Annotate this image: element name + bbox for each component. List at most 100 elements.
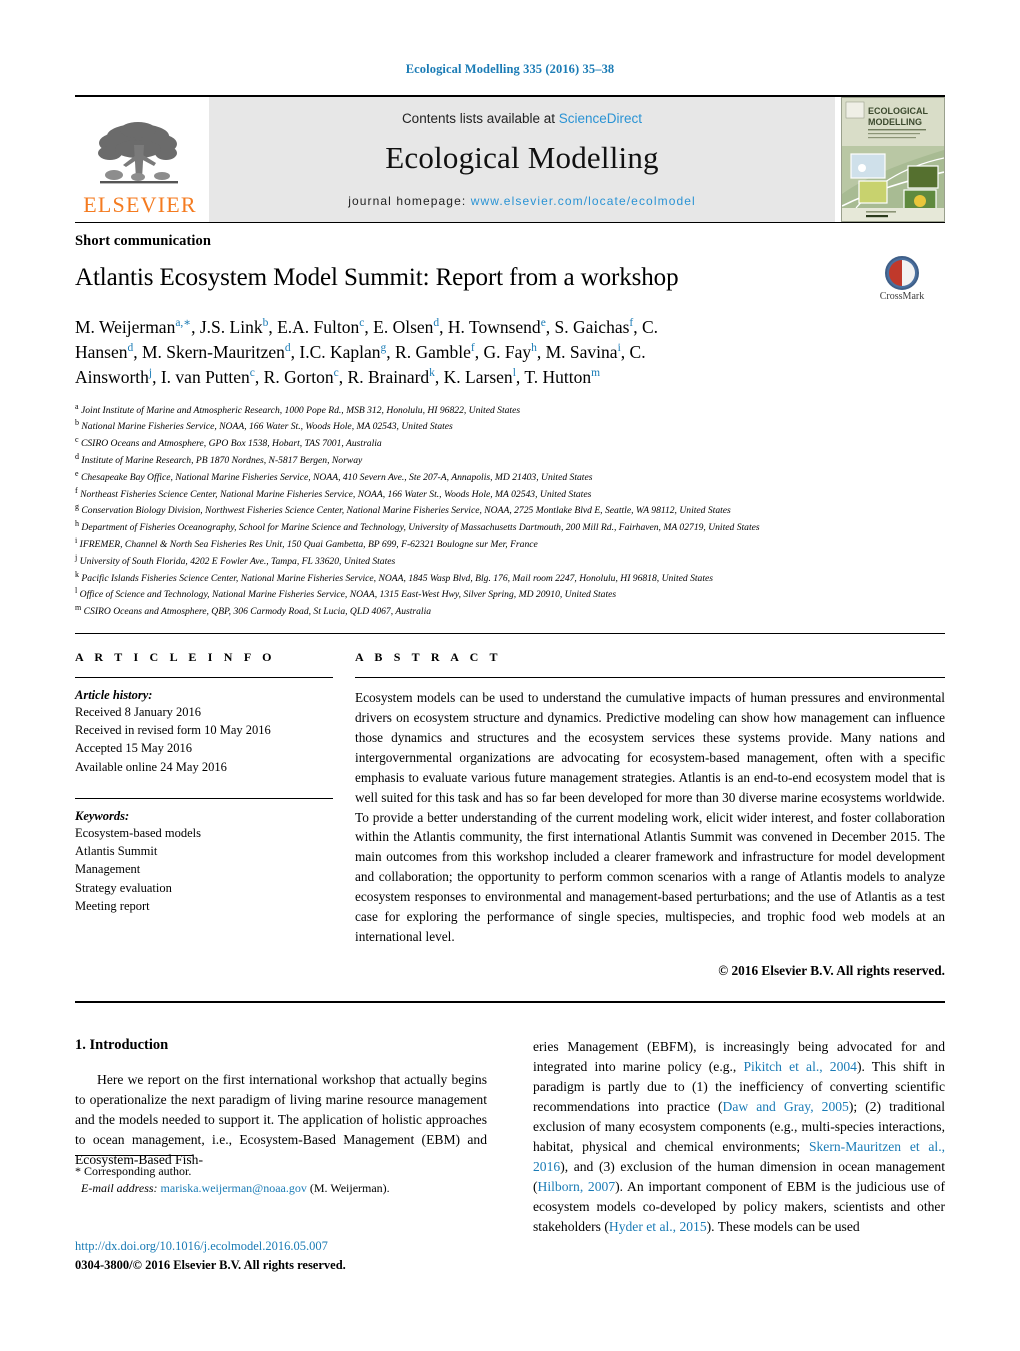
keyword-item: Management [75,862,141,877]
journal-masthead: ELSEVIER Contents lists available at Sci… [75,95,945,222]
abstract-text: Ecosystem models can be used to understa… [355,689,945,945]
affiliation-list: a Joint Institute of Marine and Atmosphe… [75,401,945,619]
keywords-rule [75,797,333,799]
affiliation-mark: k [75,569,79,579]
journal-homepage-line: journal homepage: www.elsevier.com/locat… [348,194,696,208]
keywords-block: Keywords: Ecosystem-based models Atlanti… [75,797,333,915]
issn-copyright-line: 0304-3800/© 2016 Elsevier B.V. All right… [75,1257,346,1272]
crossmark-badge[interactable]: CrossMark [859,256,945,302]
affiliation-text: National Marine Fisheries Service, NOAA,… [81,421,453,433]
elsevier-logo: ELSEVIER [75,97,205,222]
journal-band: Contents lists available at ScienceDirec… [209,97,835,222]
section-heading-introduction: 1. Introduction [75,1037,169,1054]
affiliation-mark: i [75,535,78,545]
info-abstract-region: A R T I C L E I N F O Article history: R… [75,650,945,979]
crossmark-icon [885,256,919,290]
affiliation-item: g Conservation Biology Division, Northwe… [75,501,945,518]
article-info-rule [75,676,333,678]
affiliation-text: Office of Science and Technology, Nation… [79,589,617,601]
affiliation-item: c CSIRO Oceans and Atmosphere, GPO Box 1… [75,434,945,451]
affiliation-mark: d [75,451,79,461]
abstract-heading: A B S T R A C T [355,649,502,664]
svg-text:MODELLING: MODELLING [868,117,922,127]
affiliation-item: m CSIRO Oceans and Atmosphere, QBP, 306 … [75,602,945,619]
article-history-item: Accepted 15 May 2016 [75,741,192,756]
body-columns: 1. Introduction Here we report on the fi… [75,1037,945,1237]
page-title: Atlantis Ecosystem Model Summit: Report … [75,264,679,291]
abstract-section-top-rule [75,632,945,634]
affiliation-mark: h [75,519,79,529]
doi-link[interactable]: http://dx.doi.org/10.1016/j.ecolmodel.20… [75,1237,575,1256]
affiliation-text: Institute of Marine Research, PB 1870 No… [81,455,363,467]
article-history-item: Received 8 January 2016 [75,704,202,719]
sciencedirect-link[interactable]: ScienceDirect [559,111,642,126]
journal-cover-thumbnail[interactable]: ECOLOGICAL MODELLING [841,97,945,222]
affiliation-item: l Office of Science and Technology, Nati… [75,585,945,602]
affiliation-mark: f [75,485,78,495]
affiliation-mark: j [75,552,78,562]
corresponding-author-note: * Corresponding author. [75,1163,487,1180]
affiliation-item: k Pacific Islands Fisheries Science Cent… [75,569,945,586]
email-suffix: (M. Weijerman). [309,1181,390,1196]
affiliation-text: CSIRO Oceans and Atmosphere, GPO Box 153… [80,438,382,450]
svg-text:ECOLOGICAL: ECOLOGICAL [868,106,929,116]
keyword-item: Meeting report [75,898,150,913]
affiliation-item: e Chesapeake Bay Office, National Marine… [75,468,945,485]
affiliation-text: Chesapeake Bay Office, National Marine F… [80,471,593,483]
article-history-item: Available online 24 May 2016 [75,759,227,774]
affiliation-text: Conservation Biology Division, Northwest… [81,505,731,517]
masthead-bottom-rule [75,222,945,223]
affiliation-item: j University of South Florida, 4202 E Fo… [75,552,945,569]
article-history-label: Article history: [75,687,153,702]
footnote-rule [75,1155,193,1156]
affiliation-item: a Joint Institute of Marine and Atmosphe… [75,401,945,418]
body-top-rule [75,1001,945,1004]
crossmark-label: CrossMark [879,291,925,302]
affiliation-text: Joint Institute of Marine and Atmospheri… [80,404,521,416]
email-link[interactable]: mariska.weijerman@noaa.gov [161,1181,307,1195]
contents-available-line: Contents lists available at ScienceDirec… [402,111,642,126]
corresponding-marker: * [75,1164,81,1178]
journal-title: Ecological Modelling [385,140,659,175]
affiliation-mark: l [75,586,78,596]
article-info-heading: A R T I C L E I N F O [75,649,276,664]
article-page: Ecological Modelling 335 (2016) 35–38 EL… [0,0,1020,1351]
homepage-prefix: journal homepage: [348,194,471,208]
column-gap [333,650,355,979]
article-info-column: A R T I C L E I N F O Article history: R… [75,650,333,979]
contents-prefix: Contents lists available at [401,111,559,126]
homepage-url-link[interactable]: www.elsevier.com/locate/ecolmodel [471,194,696,208]
keyword-item: Atlantis Summit [75,844,158,859]
affiliation-item: i IFREMER, Channel & North Sea Fisheries… [75,535,945,552]
affiliation-text: IFREMER, Channel & North Sea Fisheries R… [79,539,538,551]
affiliation-mark: c [75,435,79,445]
email-label: E-mail address: [81,1181,158,1196]
keyword-item: Ecosystem-based models [75,825,202,840]
body-column-gap [487,1037,533,1237]
affiliation-text: CSIRO Oceans and Atmosphere, QBP, 306 Ca… [83,606,432,618]
affiliation-text: Department of Fisheries Oceanography, Sc… [81,522,760,534]
affiliation-mark: m [75,603,82,613]
affiliation-mark: b [75,418,79,428]
article-history-item: Received in revised form 10 May 2016 [75,723,271,738]
abstract-copyright: © 2016 Elsevier B.V. All rights reserved… [718,963,945,979]
keyword-item: Strategy evaluation [75,880,172,895]
corresponding-text: Corresponding author. [84,1164,192,1178]
abstract-rule [355,676,945,678]
body-column-left: 1. Introduction Here we report on the fi… [75,1037,487,1237]
elsevier-wordmark: ELSEVIER [83,192,197,217]
elsevier-tree-icon [98,122,178,184]
affiliation-text: Northeast Fisheries Science Center, Nati… [80,488,592,500]
affiliation-mark: e [75,468,79,478]
affiliation-mark: a [75,401,79,411]
affiliation-item: h Department of Fisheries Oceanography, … [75,518,945,535]
footnote-block: * Corresponding author. E-mail address: … [75,1155,487,1198]
affiliation-item: f Northeast Fisheries Science Center, Na… [75,485,945,502]
affiliation-text: University of South Florida, 4202 E Fowl… [79,555,396,567]
keywords-label: Keywords: [75,808,130,823]
affiliation-mark: g [75,502,79,512]
journal-cover-artwork: ECOLOGICAL MODELLING [842,98,944,221]
affiliation-item: d Institute of Marine Research, PB 1870 … [75,451,945,468]
author-list: M. Weijermana,∗, J.S. Linkb, E.A. Fulton… [75,317,659,387]
article-type: Short communication [75,233,212,249]
